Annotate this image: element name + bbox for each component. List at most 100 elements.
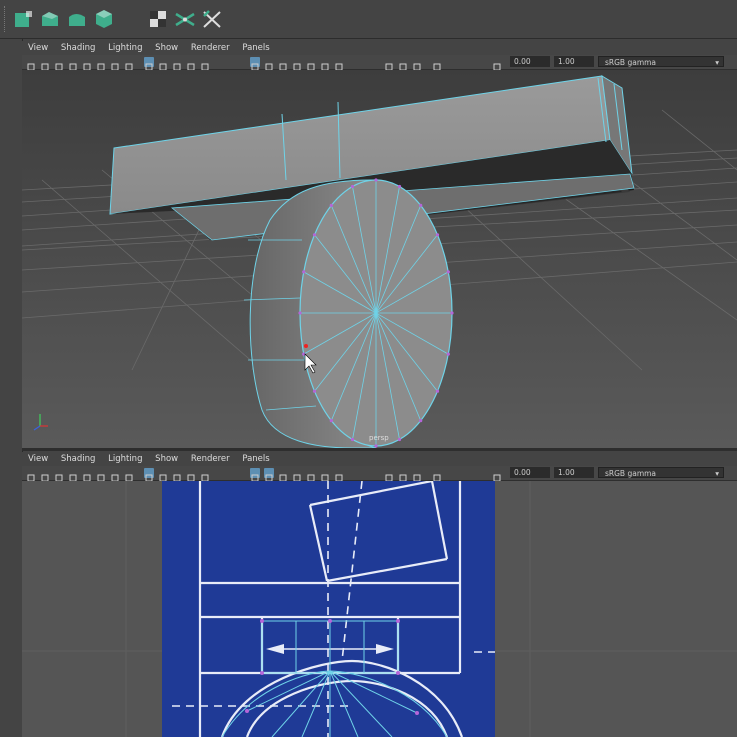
menu-panels[interactable]: Panels [242,452,269,466]
poly-append-icon[interactable] [120,8,142,30]
motion-blur-icon[interactable] [320,57,330,71]
resolution-gate-icon[interactable] [110,57,120,71]
xray-joints-icon[interactable] [412,468,422,482]
poly-bridge-icon[interactable] [93,8,115,30]
menu-renderer[interactable]: Renderer [191,41,230,55]
xray-icon[interactable] [398,57,408,71]
shadows-icon[interactable] [292,57,302,71]
textured-icon[interactable] [264,468,274,482]
menu-renderer[interactable]: Renderer [191,452,230,466]
textured-icon[interactable] [264,57,274,71]
wheel-vertex [419,419,423,423]
isolate-select-icon[interactable] [384,468,394,482]
top-panel-menubar: View Shading Lighting Show Renderer Pane… [22,41,737,55]
menu-show[interactable]: Show [155,41,178,55]
camera-select-icon[interactable] [26,468,36,482]
smooth-shade-icon[interactable] [200,57,210,71]
lights-icon[interactable] [278,57,288,71]
resolution-gate-icon[interactable] [110,468,120,482]
backface-icon[interactable] [432,468,442,482]
default-material-icon[interactable] [250,468,260,482]
camera-attrs-icon[interactable] [40,57,50,71]
ambient-occlusion-icon[interactable] [306,57,316,71]
menu-view[interactable]: View [28,41,48,55]
orthographic-viewport[interactable] [22,481,737,737]
bottom-panel-toolbar: 0.00 1.00 sRGB gamma ▾ [22,466,737,482]
wireframe-icon[interactable] [186,468,196,482]
xray-icon[interactable] [398,468,408,482]
wheel-vertex [329,419,333,423]
shadows-icon[interactable] [292,468,302,482]
default-material-icon[interactable] [250,57,260,71]
menu-panels[interactable]: Panels [242,41,269,55]
motion-blur-icon[interactable] [320,468,330,482]
menu-show[interactable]: Show [155,452,178,466]
wheel-vertex [446,270,450,274]
perspective-viewport[interactable]: persp [22,70,737,448]
poly-extrude-icon[interactable] [39,8,61,30]
bottom-viewport-panel: View Shading Lighting Show Renderer Pane… [22,452,737,482]
camera-select-icon[interactable] [26,57,36,71]
safe-title-icon[interactable] [172,468,182,482]
image-plane-icon[interactable] [68,468,78,482]
backface-icon[interactable] [432,57,442,71]
color-space-dropdown[interactable]: sRGB gamma ▾ [598,467,724,478]
wireframe-icon[interactable] [186,57,196,71]
perspective-scene: persp [22,70,737,448]
menu-shading[interactable]: Shading [61,452,96,466]
left-tool-strip [0,39,23,737]
poly-multicut-icon[interactable] [174,8,196,30]
wheel-vertex [450,311,454,315]
gamma-field[interactable]: 1.00 [554,467,594,478]
poly-target-weld-icon[interactable] [201,8,223,30]
gamma-field[interactable]: 1.00 [554,56,594,67]
film-gate-icon[interactable] [96,57,106,71]
bookmark-icon[interactable] [54,468,64,482]
wheel-vertex [312,233,317,237]
wheel-vertex [312,389,317,393]
lights-icon[interactable] [278,468,288,482]
wheel-vertex [302,270,306,274]
wheel-vertex [419,203,423,207]
isolate-select-icon[interactable] [384,57,394,71]
color-space-dropdown[interactable]: sRGB gamma ▾ [598,56,724,67]
field-chart-icon[interactable] [144,57,154,71]
safe-action-icon[interactable] [158,468,168,482]
gate-mask-icon[interactable] [124,468,134,482]
menu-view[interactable]: View [28,452,48,466]
menu-lighting[interactable]: Lighting [108,41,142,55]
antialias-icon[interactable] [334,468,344,482]
safe-action-icon[interactable] [158,57,168,71]
wheel-vertex [435,389,440,393]
smooth-shade-icon[interactable] [200,468,210,482]
wheel-vertex [397,184,402,189]
camera-label: persp [369,434,389,442]
ambient-occlusion-icon[interactable] [306,468,316,482]
xray-joints-icon[interactable] [412,57,422,71]
poly-cube-icon[interactable] [12,8,34,30]
shelf-grip[interactable] [4,6,8,32]
bookmark-icon[interactable] [54,57,64,71]
wheel-vertex [329,203,333,207]
camera-attrs-icon[interactable] [40,468,50,482]
field-chart-icon[interactable] [144,468,154,482]
film-gate-icon[interactable] [96,468,106,482]
menu-lighting[interactable]: Lighting [108,452,142,466]
bottom-panel-menubar: View Shading Lighting Show Renderer Pane… [22,452,737,466]
safe-title-icon[interactable] [172,57,182,71]
exposure-icon[interactable] [492,57,502,71]
wheel-vertex [350,184,355,189]
blueprint-scene [22,481,737,737]
poly-bevel-icon[interactable] [66,8,88,30]
antialias-icon[interactable] [334,57,344,71]
grid-toggle-icon[interactable] [82,57,92,71]
exposure-field[interactable]: 0.00 [510,56,550,67]
menu-shading[interactable]: Shading [61,41,96,55]
gate-mask-icon[interactable] [124,57,134,71]
exposure-field[interactable]: 0.00 [510,467,550,478]
exposure-icon[interactable] [492,468,502,482]
grid-toggle-icon[interactable] [82,468,92,482]
panel-divider[interactable] [22,448,737,451]
poly-uv-checker-icon[interactable] [147,8,169,30]
image-plane-icon[interactable] [68,57,78,71]
